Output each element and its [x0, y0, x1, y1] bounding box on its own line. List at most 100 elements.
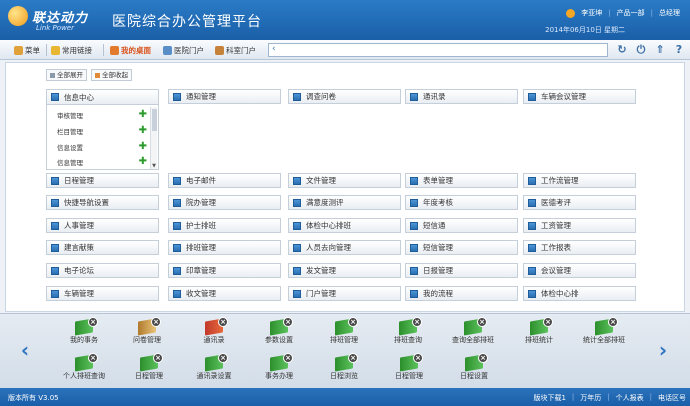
- module-sms[interactable]: 短信通: [405, 218, 518, 233]
- refresh-icon[interactable]: ↻: [615, 43, 629, 57]
- nav-common-links[interactable]: 常用链接: [51, 44, 92, 57]
- module-hr[interactable]: 人事管理: [46, 218, 159, 233]
- dock-item[interactable]: × 排班管理: [308, 317, 380, 348]
- module-schedule[interactable]: 日程管理: [46, 173, 159, 188]
- dock-item[interactable]: × 我的事务: [48, 317, 120, 348]
- remove-icon[interactable]: ×: [283, 317, 293, 327]
- remove-icon[interactable]: ×: [218, 353, 228, 363]
- module-portal[interactable]: 门户管理: [288, 286, 401, 301]
- nav-hospital-portal[interactable]: 医院门户: [163, 44, 204, 57]
- tab-track[interactable]: ‹: [268, 43, 608, 57]
- remove-icon[interactable]: ×: [88, 317, 98, 327]
- add-icon[interactable]: ✚: [139, 126, 147, 136]
- power-icon[interactable]: ⏻: [634, 43, 648, 57]
- info-subitem[interactable]: 信息管理 ✚: [57, 156, 147, 168]
- module-outgoing-docs[interactable]: 发文管理: [288, 263, 401, 278]
- dock-item[interactable]: × 统计全部排班: [568, 317, 640, 348]
- module-notice[interactable]: 通知管理: [168, 89, 281, 104]
- remove-icon[interactable]: ×: [412, 317, 422, 327]
- module-incoming-docs[interactable]: 收文管理: [168, 286, 281, 301]
- status-link[interactable]: 万年历: [580, 393, 601, 403]
- dock-item[interactable]: × 个人排班查询: [48, 353, 120, 384]
- info-subitem[interactable]: 信息设置 ✚: [57, 141, 147, 153]
- module-office[interactable]: 院办管理: [168, 195, 281, 210]
- module-satisfaction[interactable]: 满意度测评: [288, 195, 401, 210]
- remove-icon[interactable]: ×: [477, 317, 487, 327]
- nav-my-desktop[interactable]: 我的桌面: [110, 44, 151, 57]
- remove-icon[interactable]: ×: [283, 353, 293, 363]
- remove-icon[interactable]: ×: [543, 317, 553, 327]
- module-quick-nav[interactable]: 快捷导航设置: [46, 195, 159, 210]
- scroll-thumb[interactable]: [152, 109, 157, 131]
- nav-menu[interactable]: 菜单: [14, 44, 40, 57]
- module-checkup-shift[interactable]: 体检中心排班: [288, 218, 401, 233]
- module-forum[interactable]: 电子论坛: [46, 263, 159, 278]
- module-vehicle-meeting[interactable]: 车辆会议管理: [523, 89, 636, 104]
- scroll-down-icon[interactable]: ▼: [151, 163, 157, 169]
- dock-prev-icon[interactable]: ‹: [18, 340, 32, 360]
- module-shift-management[interactable]: 排班管理: [168, 240, 281, 255]
- remove-icon[interactable]: ×: [153, 353, 163, 363]
- remove-icon[interactable]: ×: [151, 317, 161, 327]
- remove-icon[interactable]: ×: [478, 353, 488, 363]
- upload-icon[interactable]: ⇑: [653, 43, 667, 57]
- module-checkup-center[interactable]: 体检中心排: [523, 286, 636, 301]
- module-sms-management[interactable]: 短信管理: [405, 240, 518, 255]
- dock-item[interactable]: × 日程浏览: [308, 353, 380, 384]
- dock-item[interactable]: × 日程设置: [438, 353, 510, 384]
- module-ethics-review[interactable]: 医德考评: [523, 195, 636, 210]
- info-subitem[interactable]: 审核管理 ✚: [57, 109, 147, 121]
- dock-item[interactable]: × 通讯录设置: [178, 353, 250, 384]
- expand-all-button[interactable]: 全部展开: [46, 69, 87, 81]
- module-work-report[interactable]: 工作报表: [523, 240, 636, 255]
- module-contacts[interactable]: 通讯录: [405, 89, 518, 104]
- module-staff-whereabouts[interactable]: 人员去向管理: [288, 240, 401, 255]
- module-annual-review[interactable]: 年度考核: [405, 195, 518, 210]
- help-icon[interactable]: ?: [672, 43, 686, 57]
- remove-icon[interactable]: ×: [348, 317, 358, 327]
- module-suggestions[interactable]: 建言献策: [46, 240, 159, 255]
- dock-item[interactable]: × 排班查询: [372, 317, 444, 348]
- dock-item[interactable]: × 排班统计: [503, 317, 575, 348]
- dock-item[interactable]: × 日程管理: [113, 353, 185, 384]
- collapse-all-button[interactable]: 全部收起: [91, 69, 132, 81]
- nav-department-portal[interactable]: 科室门户: [215, 44, 256, 57]
- remove-icon[interactable]: ×: [218, 317, 228, 327]
- dock-item[interactable]: × 问卷管理: [111, 317, 183, 348]
- status-link[interactable]: 个人报表: [616, 393, 644, 403]
- user-name[interactable]: 李亚坤: [581, 8, 602, 18]
- module-my-process[interactable]: 我的流程: [405, 286, 518, 301]
- info-center-header[interactable]: 信息中心: [47, 90, 158, 105]
- module-nurse-shift[interactable]: 护士排班: [168, 218, 281, 233]
- remove-icon[interactable]: ×: [413, 353, 423, 363]
- module-survey[interactable]: 调查问卷: [288, 89, 401, 104]
- remove-icon[interactable]: ×: [608, 317, 618, 327]
- add-icon[interactable]: ✚: [139, 110, 147, 120]
- module-vehicles[interactable]: 车辆管理: [46, 286, 159, 301]
- remove-icon[interactable]: ×: [88, 353, 98, 363]
- module-daily-report[interactable]: 日报管理: [405, 263, 518, 278]
- module-workflow[interactable]: 工作流管理: [523, 173, 636, 188]
- dock-item[interactable]: × 查询全部排班: [437, 317, 509, 348]
- module-email[interactable]: 电子邮件: [168, 173, 281, 188]
- module-files[interactable]: 文件管理: [288, 173, 401, 188]
- remove-icon[interactable]: ×: [348, 353, 358, 363]
- module-meetings[interactable]: 会议管理: [523, 263, 636, 278]
- dock-item[interactable]: × 事务办理: [243, 353, 315, 384]
- dock-item[interactable]: × 通讯录: [178, 317, 250, 348]
- dock-item[interactable]: × 参数设置: [243, 317, 315, 348]
- status-link[interactable]: 版块下载1: [533, 393, 565, 403]
- dock-item[interactable]: × 日程管理: [373, 353, 445, 384]
- scroll-left-icon[interactable]: ‹: [272, 44, 276, 54]
- module-icon: [410, 198, 418, 207]
- add-icon[interactable]: ✚: [139, 142, 147, 152]
- module-seal[interactable]: 印章管理: [168, 263, 281, 278]
- dock-next-icon[interactable]: ›: [656, 340, 670, 360]
- status-link[interactable]: 电话区号: [658, 393, 686, 403]
- module-salary[interactable]: 工资管理: [523, 218, 636, 233]
- add-icon[interactable]: ✚: [139, 157, 147, 167]
- divider: |: [649, 393, 652, 401]
- scrollbar[interactable]: ▼: [150, 107, 157, 169]
- module-forms[interactable]: 表单管理: [405, 173, 518, 188]
- info-subitem[interactable]: 栏目管理 ✚: [57, 125, 147, 137]
